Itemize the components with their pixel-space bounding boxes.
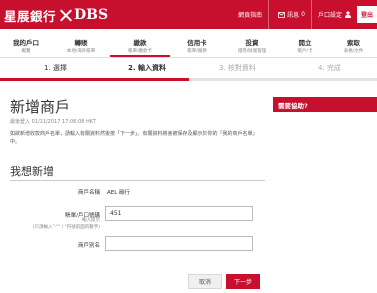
help-panel[interactable]: 需要協助? — [273, 97, 377, 112]
instruction-text: 如欲新增收款商戶名單，請輸入有關資料然後按「下一步」。有關資料將會被保存及顯示於… — [10, 131, 258, 145]
nav-credit-card[interactable]: 信用卡 帳單/服務 — [170, 29, 224, 57]
last-login-timestamp: 最後登入 01/11/2017 17:06:08 HKT — [10, 119, 96, 125]
nav-sub-label: 帳單/繳款卡 — [127, 49, 153, 54]
envelope-icon — [278, 11, 286, 18]
nav-main-label: 我的戶口 — [13, 39, 39, 47]
account-settings-label: 戶口設定 — [317, 12, 342, 19]
nav-sub-label: 帳單/服務 — [187, 49, 207, 54]
merchant-alias-label: 商戶別名 — [77, 243, 100, 249]
nav-my-accounts[interactable]: 我的戶口 概覽 — [0, 29, 52, 57]
account-number-input[interactable] — [105, 206, 253, 221]
nav-pay-bills[interactable]: 繳款 帳單/繳款卡 — [110, 29, 170, 57]
step-select: 1. 選擇 — [44, 64, 67, 72]
nav-main-label: 繳款 — [133, 39, 147, 47]
step-progress-track — [0, 78, 377, 81]
nav-sub-label: 表格/文件 — [343, 49, 364, 54]
nav-invest[interactable]: 投資 證券/財富管理 — [224, 29, 280, 57]
page-title: 新增商戶 — [10, 98, 71, 116]
account-number-hint: 輸入提示 (只須輸入"-"" / "符號前面的數字) — [32, 218, 100, 230]
step-verify: 3. 核對資料 — [219, 64, 256, 72]
nav-open-account[interactable]: 開立 帳戶/卡 — [280, 29, 330, 57]
dbs-logo[interactable]: 星展銀行 DBS — [4, 5, 108, 25]
nav-main-label: 開立 — [298, 39, 312, 47]
main-nav: 我的戶口 概覽 轉賬 本地/海外賬單 繳款 帳單/繳款卡 信用卡 帳單/服務 投… — [0, 29, 377, 58]
logo-english-name: DBS — [74, 7, 109, 23]
user-icon — [344, 11, 351, 18]
nav-sub-label: 帳戶/卡 — [297, 49, 313, 54]
logout-button[interactable]: 登出 — [356, 6, 377, 23]
utility-bar: 網頁指南 訊息 0 戶口設定 登出 — [232, 0, 377, 29]
section-title: 我想新增 — [10, 165, 54, 178]
step-progress-fill — [0, 78, 189, 81]
messages-label: 訊息 — [287, 12, 300, 19]
merchant-alias-input[interactable] — [105, 236, 253, 251]
nav-main-label: 投資 — [245, 39, 259, 47]
messages-count: 0 — [301, 11, 305, 18]
section-divider — [10, 180, 265, 181]
nav-main-label: 轉賬 — [74, 39, 88, 47]
nav-sub-label: 本地/海外賬單 — [66, 49, 96, 54]
step-input-details: 2. 輸入資料 — [128, 64, 166, 72]
top-bar: 星展銀行 DBS 網頁指南 訊息 0 戶口設定 登出 — [0, 0, 377, 29]
help-title: 需要協助? — [278, 102, 308, 110]
site-guide-label: 網頁指南 — [238, 12, 263, 19]
nav-sub-label: 概覽 — [21, 49, 31, 54]
messages-link[interactable]: 訊息 0 — [268, 0, 311, 29]
cancel-button[interactable]: 取消 — [188, 274, 222, 289]
dbs-x-icon — [59, 9, 72, 22]
merchant-name-label: 商戶名稱 — [77, 190, 100, 196]
merchant-name-value: AEL 碳行 — [107, 190, 131, 196]
site-guide-link[interactable]: 網頁指南 — [232, 0, 268, 29]
account-settings-link[interactable]: 戶口設定 — [310, 0, 357, 29]
nav-main-label: 信用卡 — [187, 39, 207, 47]
nav-transfer[interactable]: 轉賬 本地/海外賬單 — [52, 29, 110, 57]
nav-request-forms[interactable]: 索取 表格/文件 — [330, 29, 377, 57]
nav-sub-label: 證券/財富管理 — [237, 49, 267, 54]
logo-chinese-name: 星展銀行 — [4, 8, 57, 24]
step-indicator: 1. 選擇 2. 輸入資料 3. 核對資料 4. 完成 — [0, 59, 377, 81]
nav-main-label: 索取 — [347, 39, 360, 47]
step-complete: 4. 完成 — [318, 64, 341, 72]
next-button[interactable]: 下一步 — [226, 274, 260, 289]
